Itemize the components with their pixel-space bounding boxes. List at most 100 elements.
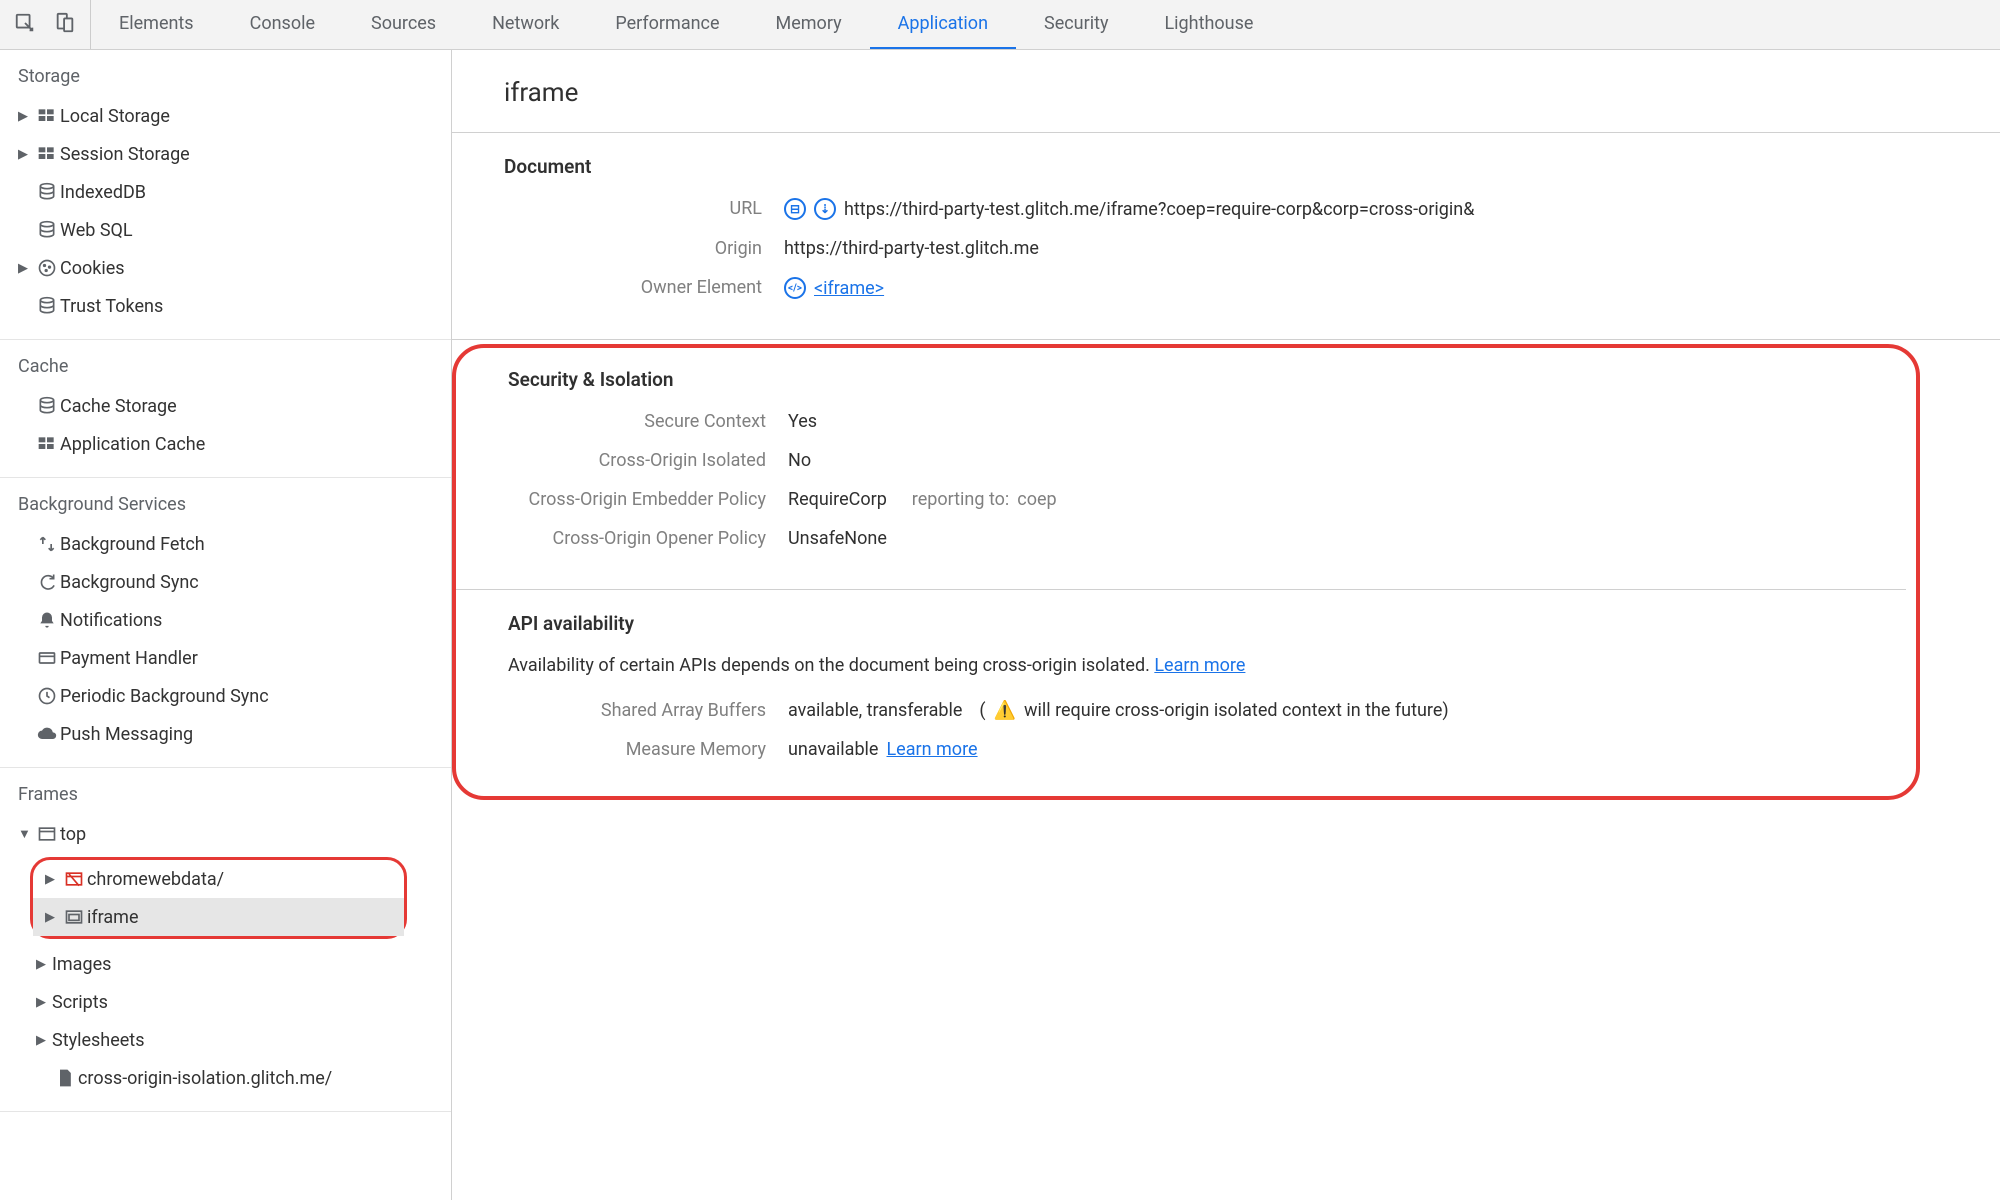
- sidebar-item-label: Scripts: [52, 992, 108, 1013]
- database-icon: [34, 296, 60, 316]
- storage-icon: [34, 106, 60, 126]
- application-sidebar: Storage ▶Local Storage ▶Session Storage …: [0, 50, 452, 1200]
- iframe-icon: [61, 907, 87, 927]
- sidebar-item-cache-storage[interactable]: ▶Cache Storage: [0, 387, 451, 425]
- owner-element-link[interactable]: <iframe>: [814, 278, 884, 299]
- sidebar-item-background-sync[interactable]: ▶Background Sync: [0, 563, 451, 601]
- sidebar-item-trust-tokens[interactable]: ▶Trust Tokens: [0, 287, 451, 325]
- frame-chromewebdata[interactable]: ▶chromewebdata/: [33, 860, 404, 898]
- tab-sources[interactable]: Sources: [343, 0, 464, 49]
- sidebar-item-label: Payment Handler: [60, 648, 198, 669]
- sidebar-item-label: Trust Tokens: [60, 296, 163, 317]
- cookie-icon: [34, 258, 60, 278]
- blocked-frame-icon: [61, 869, 87, 889]
- highlight-annotation: ▶chromewebdata/ ▶iframe: [30, 857, 407, 939]
- device-icon[interactable]: [54, 12, 76, 38]
- fetch-icon: [34, 534, 60, 554]
- panel-title: iframe: [452, 50, 2000, 133]
- section-storage-title: Storage: [0, 60, 451, 97]
- database-icon: [34, 396, 60, 416]
- frame-scripts[interactable]: ▶Scripts: [0, 983, 451, 1021]
- tab-console[interactable]: Console: [222, 0, 343, 49]
- sidebar-item-label: Push Messaging: [60, 724, 193, 745]
- frame-stylesheets[interactable]: ▶Stylesheets: [0, 1021, 451, 1059]
- section-bg-title: Background Services: [0, 488, 451, 525]
- security-heading: Security & Isolation: [508, 368, 1906, 391]
- origin-value: https://third-party-test.glitch.me: [784, 238, 1039, 259]
- frame-top[interactable]: ▼top: [0, 815, 451, 853]
- learn-more-link[interactable]: Learn more: [1154, 655, 1245, 676]
- sab-value: available, transferable: [788, 700, 962, 721]
- secure-context-value: Yes: [788, 411, 817, 432]
- frame-detail-panel: iframe Document URL ⊟ ⇣ https://third-pa…: [452, 50, 2000, 1200]
- frame-document[interactable]: ▶cross-origin-isolation.glitch.me/: [0, 1059, 451, 1097]
- sidebar-item-cookies[interactable]: ▶Cookies: [0, 249, 451, 287]
- storage-icon: [34, 434, 60, 454]
- url-label: URL: [504, 198, 784, 219]
- sidebar-item-label: Periodic Background Sync: [60, 686, 269, 707]
- sidebar-item-label: Notifications: [60, 610, 162, 631]
- api-heading: API availability: [508, 612, 1906, 635]
- sidebar-item-label: IndexedDB: [60, 182, 146, 203]
- sidebar-item-label: cross-origin-isolation.glitch.me/: [78, 1068, 332, 1089]
- sab-warning: will require cross-origin isolated conte…: [1024, 700, 1449, 721]
- sidebar-item-application-cache[interactable]: ▶Application Cache: [0, 425, 451, 463]
- tab-network[interactable]: Network: [464, 0, 587, 49]
- cloud-icon: [34, 724, 60, 744]
- sidebar-item-label: Cache Storage: [60, 396, 177, 417]
- section-frames-title: Frames: [0, 778, 451, 815]
- coi-label: Cross-Origin Isolated: [508, 450, 788, 471]
- toolbar-tools: [0, 0, 91, 49]
- database-icon: [34, 220, 60, 240]
- sidebar-item-session-storage[interactable]: ▶Session Storage: [0, 135, 451, 173]
- element-tag-icon[interactable]: </>: [784, 277, 806, 299]
- tab-elements[interactable]: Elements: [91, 0, 222, 49]
- frame-iframe[interactable]: ▶iframe: [33, 898, 404, 936]
- tab-application[interactable]: Application: [870, 0, 1016, 49]
- learn-more-link[interactable]: Learn more: [886, 739, 977, 760]
- sidebar-item-websql[interactable]: ▶Web SQL: [0, 211, 451, 249]
- coep-value: RequireCorp: [788, 489, 887, 510]
- sidebar-item-label: chromewebdata/: [87, 869, 224, 890]
- coop-label: Cross-Origin Opener Policy: [508, 528, 788, 549]
- storage-icon: [34, 144, 60, 164]
- sidebar-item-label: iframe: [87, 907, 139, 928]
- sidebar-item-indexeddb[interactable]: ▶IndexedDB: [0, 173, 451, 211]
- sidebar-item-label: Stylesheets: [52, 1030, 145, 1051]
- bell-icon: [34, 610, 60, 630]
- coi-value: No: [788, 450, 811, 471]
- sidebar-item-notifications[interactable]: ▶Notifications: [0, 601, 451, 639]
- api-description: Availability of certain APIs depends on …: [508, 655, 1150, 676]
- tab-lighthouse[interactable]: Lighthouse: [1136, 0, 1281, 49]
- sidebar-item-push-messaging[interactable]: ▶Push Messaging: [0, 715, 451, 753]
- coop-value: UnsafeNone: [788, 528, 887, 549]
- frame-images[interactable]: ▶Images: [0, 945, 451, 983]
- document-heading: Document: [504, 155, 2000, 178]
- measure-memory-label: Measure Memory: [508, 739, 788, 760]
- sidebar-item-periodic-sync[interactable]: ▶Periodic Background Sync: [0, 677, 451, 715]
- sidebar-item-payment-handler[interactable]: ▶Payment Handler: [0, 639, 451, 677]
- document-icon: [52, 1068, 78, 1088]
- tab-memory[interactable]: Memory: [748, 0, 870, 49]
- reveal-source-icon[interactable]: ⇣: [814, 198, 836, 220]
- clock-icon: [34, 686, 60, 706]
- sidebar-item-label: Images: [52, 954, 111, 975]
- tab-security[interactable]: Security: [1016, 0, 1136, 49]
- sync-icon: [34, 572, 60, 592]
- sidebar-item-label: Background Fetch: [60, 534, 205, 555]
- sidebar-item-label: Background Sync: [60, 572, 199, 593]
- owner-label: Owner Element: [504, 277, 784, 298]
- tab-performance[interactable]: Performance: [587, 0, 747, 49]
- secure-context-label: Secure Context: [508, 411, 788, 432]
- card-icon: [34, 648, 60, 668]
- sidebar-item-background-fetch[interactable]: ▶Background Fetch: [0, 525, 451, 563]
- reveal-network-icon[interactable]: ⊟: [784, 198, 806, 220]
- url-value: https://third-party-test.glitch.me/ifram…: [844, 199, 1474, 220]
- highlight-annotation: Security & Isolation Secure Context Yes …: [452, 344, 1920, 800]
- coep-label: Cross-Origin Embedder Policy: [508, 489, 788, 510]
- sidebar-item-local-storage[interactable]: ▶Local Storage: [0, 97, 451, 135]
- devtools-tabbar: Elements Console Sources Network Perform…: [0, 0, 2000, 50]
- section-cache-title: Cache: [0, 350, 451, 387]
- inspect-icon[interactable]: [14, 12, 36, 38]
- panel-tabs: Elements Console Sources Network Perform…: [91, 0, 1281, 49]
